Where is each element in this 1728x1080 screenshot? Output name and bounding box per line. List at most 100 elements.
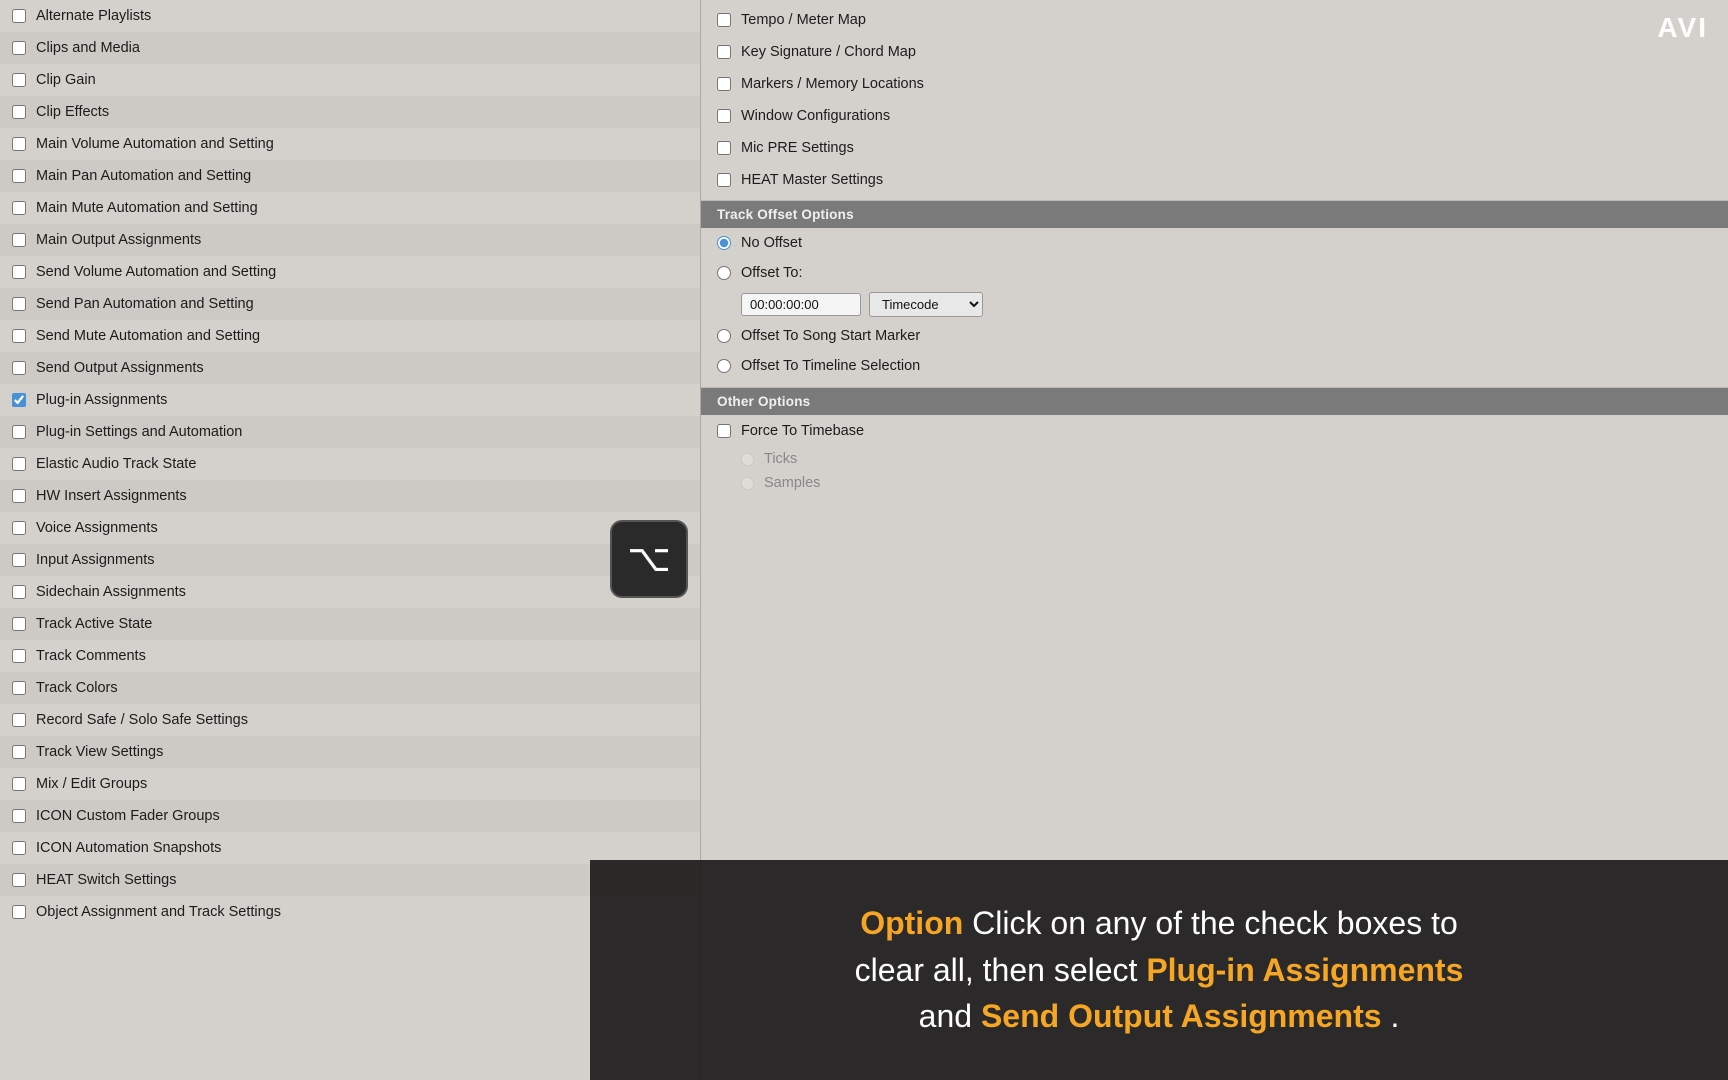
left-item-send-volume[interactable]: Send Volume Automation and Setting [0, 256, 700, 288]
left-item-track-colors[interactable]: Track Colors [0, 672, 700, 704]
no-offset-option[interactable]: No Offset [701, 228, 1728, 258]
left-item-send-output[interactable]: Send Output Assignments [0, 352, 700, 384]
checkbox-track-active-state[interactable] [12, 617, 26, 631]
other-options-header: Other Options [701, 388, 1728, 415]
left-item-input-assignments[interactable]: Input Assignments [0, 544, 700, 576]
left-item-main-pan[interactable]: Main Pan Automation and Setting [0, 160, 700, 192]
checkbox-mic-pre-settings[interactable] [717, 141, 731, 155]
label-send-pan: Send Pan Automation and Setting [36, 296, 254, 312]
offset-timeline-label: Offset To Timeline Selection [741, 358, 920, 374]
left-item-send-mute[interactable]: Send Mute Automation and Setting [0, 320, 700, 352]
left-item-record-safe[interactable]: Record Safe / Solo Safe Settings [0, 704, 700, 736]
checkbox-clip-effects[interactable] [12, 105, 26, 119]
left-item-send-pan[interactable]: Send Pan Automation and Setting [0, 288, 700, 320]
checkbox-object-assignment[interactable] [12, 905, 26, 919]
checkbox-main-output[interactable] [12, 233, 26, 247]
left-item-clip-effects[interactable]: Clip Effects [0, 96, 700, 128]
checkbox-main-mute[interactable] [12, 201, 26, 215]
left-item-main-mute[interactable]: Main Mute Automation and Setting [0, 192, 700, 224]
force-timebase-item[interactable]: Force To Timebase [701, 415, 1728, 447]
keyboard-shortcut-overlay: ⌥ [610, 520, 688, 598]
checkbox-mix-edit-groups[interactable] [12, 777, 26, 791]
checkbox-elastic-audio[interactable] [12, 457, 26, 471]
timecode-input[interactable] [741, 293, 861, 316]
left-item-mix-edit-groups[interactable]: Mix / Edit Groups [0, 768, 700, 800]
checkbox-record-safe[interactable] [12, 713, 26, 727]
checkbox-clips-and-media[interactable] [12, 41, 26, 55]
checkbox-plugin-assignments[interactable] [12, 393, 26, 407]
option-keyword: Option [860, 905, 963, 941]
checkbox-window-configs[interactable] [717, 109, 731, 123]
right-item-mic-pre-settings[interactable]: Mic PRE Settings [701, 132, 1728, 164]
right-item-window-configs[interactable]: Window Configurations [701, 100, 1728, 132]
checkbox-voice-assignments[interactable] [12, 521, 26, 535]
right-item-tempo-meter-map[interactable]: Tempo / Meter Map [701, 4, 1728, 36]
no-offset-radio[interactable] [717, 236, 731, 250]
label-record-safe: Record Safe / Solo Safe Settings [36, 712, 248, 728]
checkbox-track-comments[interactable] [12, 649, 26, 663]
offset-timeline-option[interactable]: Offset To Timeline Selection [701, 351, 1728, 381]
left-item-main-volume[interactable]: Main Volume Automation and Setting [0, 128, 700, 160]
checkbox-alternate-playlists[interactable] [12, 9, 26, 23]
left-item-track-view[interactable]: Track View Settings [0, 736, 700, 768]
checkbox-send-output[interactable] [12, 361, 26, 375]
checkbox-tempo-meter-map[interactable] [717, 13, 731, 27]
label-input-assignments: Input Assignments [36, 552, 155, 568]
left-item-track-active-state[interactable]: Track Active State [0, 608, 700, 640]
checkbox-hw-insert[interactable] [12, 489, 26, 503]
offset-to-option[interactable]: Offset To: [701, 258, 1728, 288]
left-item-clips-and-media[interactable]: Clips and Media [0, 32, 700, 64]
left-item-track-comments[interactable]: Track Comments [0, 640, 700, 672]
left-item-sidechain-assignments[interactable]: Sidechain Assignments [0, 576, 700, 608]
checkbox-send-volume[interactable] [12, 265, 26, 279]
right-top-section: Tempo / Meter Map Key Signature / Chord M… [701, 0, 1728, 200]
label-markers-memory: Markers / Memory Locations [741, 76, 924, 92]
left-item-alternate-playlists[interactable]: Alternate Playlists [0, 0, 700, 32]
label-icon-custom-fader: ICON Custom Fader Groups [36, 808, 220, 824]
left-item-plugin-assignments[interactable]: Plug-in Assignments [0, 384, 700, 416]
left-item-plugin-settings[interactable]: Plug-in Settings and Automation [0, 416, 700, 448]
checkbox-sidechain-assignments[interactable] [12, 585, 26, 599]
checkbox-heat-switch[interactable] [12, 873, 26, 887]
checkbox-heat-master[interactable] [717, 173, 731, 187]
checkbox-icon-automation[interactable] [12, 841, 26, 855]
checkbox-send-mute[interactable] [12, 329, 26, 343]
label-icon-automation: ICON Automation Snapshots [36, 840, 221, 856]
checkbox-track-colors[interactable] [12, 681, 26, 695]
left-item-icon-custom-fader[interactable]: ICON Custom Fader Groups [0, 800, 700, 832]
checkbox-send-pan[interactable] [12, 297, 26, 311]
left-item-main-output[interactable]: Main Output Assignments [0, 224, 700, 256]
track-offset-header: Track Offset Options [701, 201, 1728, 228]
instruction-line1: Click on any of the check boxes to [972, 905, 1458, 941]
right-item-markers-memory[interactable]: Markers / Memory Locations [701, 68, 1728, 100]
checkbox-clip-gain[interactable] [12, 73, 26, 87]
checkbox-markers-memory[interactable] [717, 77, 731, 91]
label-tempo-meter-map: Tempo / Meter Map [741, 12, 866, 28]
left-item-elastic-audio[interactable]: Elastic Audio Track State [0, 448, 700, 480]
offset-song-start-radio[interactable] [717, 329, 731, 343]
right-item-heat-master[interactable]: HEAT Master Settings [701, 164, 1728, 196]
label-send-mute: Send Mute Automation and Setting [36, 328, 260, 344]
checkbox-main-volume[interactable] [12, 137, 26, 151]
left-item-clip-gain[interactable]: Clip Gain [0, 64, 700, 96]
offset-timeline-radio[interactable] [717, 359, 731, 373]
checkbox-key-sig-chord[interactable] [717, 45, 731, 59]
label-hw-insert: HW Insert Assignments [36, 488, 187, 504]
right-item-key-sig-chord[interactable]: Key Signature / Chord Map [701, 36, 1728, 68]
checkbox-input-assignments[interactable] [12, 553, 26, 567]
label-mix-edit-groups: Mix / Edit Groups [36, 776, 147, 792]
checkbox-track-view[interactable] [12, 745, 26, 759]
force-timebase-checkbox[interactable] [717, 424, 731, 438]
checkbox-list: Alternate PlaylistsClips and MediaClip G… [0, 0, 700, 928]
offset-to-radio[interactable] [717, 266, 731, 280]
left-item-hw-insert[interactable]: HW Insert Assignments [0, 480, 700, 512]
checkbox-plugin-settings[interactable] [12, 425, 26, 439]
checkbox-main-pan[interactable] [12, 169, 26, 183]
no-offset-label: No Offset [741, 235, 802, 251]
timecode-format-select[interactable]: Timecode Bars|Beats Min:Secs Samples [869, 292, 983, 317]
label-plugin-assignments: Plug-in Assignments [36, 392, 167, 408]
checkbox-icon-custom-fader[interactable] [12, 809, 26, 823]
offset-song-start-option[interactable]: Offset To Song Start Marker [701, 321, 1728, 351]
left-item-voice-assignments[interactable]: Voice Assignments [0, 512, 700, 544]
label-send-output: Send Output Assignments [36, 360, 204, 376]
